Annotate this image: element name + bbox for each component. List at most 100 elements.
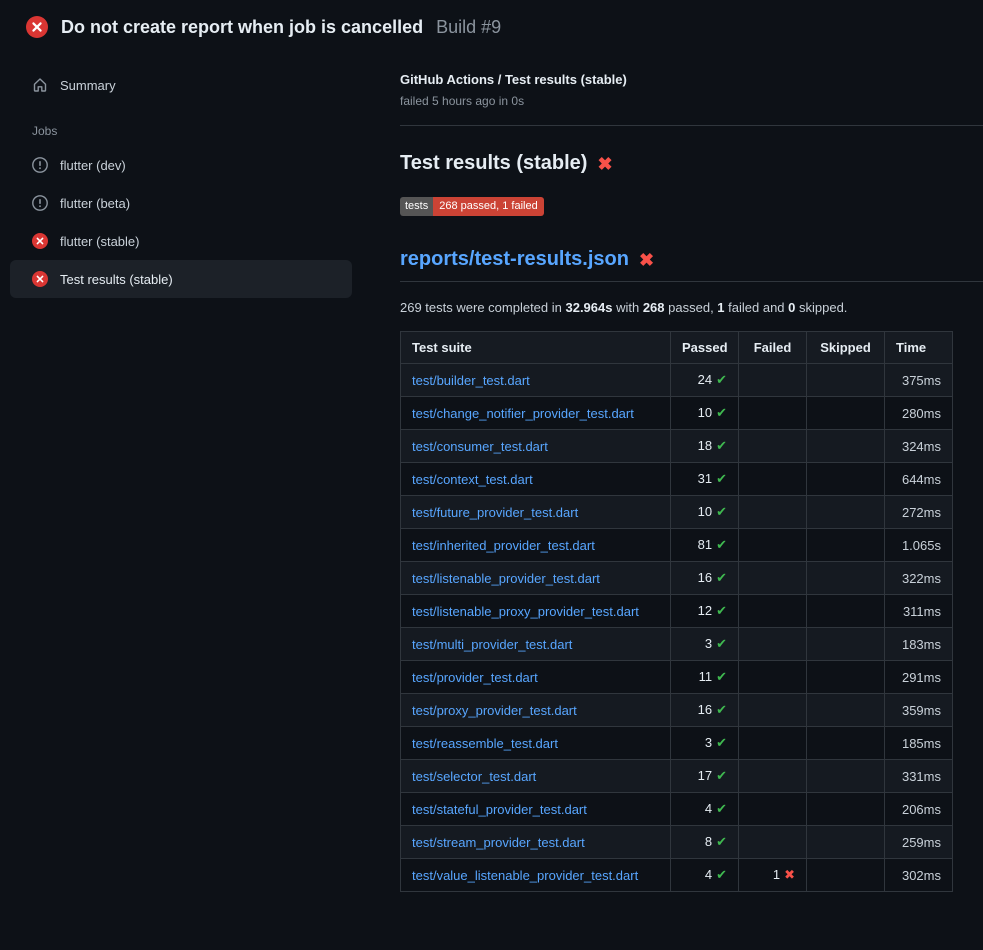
test-suite-link[interactable]: test/inherited_provider_test.dart <box>412 538 595 553</box>
failed-cell <box>739 793 807 826</box>
check-icon: ✔ <box>716 735 727 750</box>
sidebar-item-flutter-beta[interactable]: flutter (beta) <box>10 184 352 222</box>
test-suite-link[interactable]: test/future_provider_test.dart <box>412 505 578 520</box>
check-icon: ✔ <box>716 438 727 453</box>
jobs-section-label: Jobs <box>32 124 374 138</box>
test-suite-cell: test/reassemble_test.dart <box>401 727 671 760</box>
count-value: 17 <box>698 768 712 783</box>
divider <box>400 125 983 126</box>
time-value: 185ms <box>902 736 941 751</box>
skipped-cell <box>807 826 885 859</box>
table-row: test/listenable_provider_test.dart16✔322… <box>401 562 953 595</box>
failed-cell <box>739 595 807 628</box>
passed-cell: 12✔ <box>671 595 739 628</box>
summary-duration: 32.964s <box>565 300 612 315</box>
check-icon: ✔ <box>716 834 727 849</box>
time-cell: 375ms <box>885 364 953 397</box>
test-suite-link[interactable]: test/value_listenable_provider_test.dart <box>412 868 638 883</box>
test-suite-link[interactable]: test/context_test.dart <box>412 472 533 487</box>
time-cell: 322ms <box>885 562 953 595</box>
failed-cell <box>739 628 807 661</box>
failed-cell <box>739 397 807 430</box>
count-value: 18 <box>698 438 712 453</box>
check-icon: ✔ <box>716 405 727 420</box>
test-suite-link[interactable]: test/listenable_proxy_provider_test.dart <box>412 604 639 619</box>
sidebar-item-flutter-dev[interactable]: flutter (dev) <box>10 146 352 184</box>
neutral-status-icon <box>32 157 48 173</box>
count-value: 3 <box>705 636 712 651</box>
table-row: test/reassemble_test.dart3✔185ms <box>401 727 953 760</box>
check-icon: ✔ <box>716 504 727 519</box>
summary-text: 269 tests were completed in <box>400 300 565 315</box>
skipped-cell <box>807 496 885 529</box>
skipped-cell <box>807 760 885 793</box>
table-row: test/inherited_provider_test.dart81✔1.06… <box>401 529 953 562</box>
passed-cell: 3✔ <box>671 628 739 661</box>
test-suite-link[interactable]: test/selector_test.dart <box>412 769 536 784</box>
sidebar-item-flutter-stable[interactable]: flutter (stable) <box>10 222 352 260</box>
test-suite-cell: test/listenable_proxy_provider_test.dart <box>401 595 671 628</box>
status-line: failed 5 hours ago in 0s <box>400 94 983 108</box>
test-suite-link[interactable]: test/stateful_provider_test.dart <box>412 802 587 817</box>
check-icon: ✔ <box>716 636 727 651</box>
sidebar-item-label: Test results (stable) <box>60 272 173 287</box>
test-suite-cell: test/listenable_provider_test.dart <box>401 562 671 595</box>
test-suite-link[interactable]: test/stream_provider_test.dart <box>412 835 585 850</box>
failed-cell <box>739 529 807 562</box>
skipped-cell <box>807 661 885 694</box>
table-row: test/provider_test.dart11✔291ms <box>401 661 953 694</box>
check-icon: ✔ <box>716 801 727 816</box>
test-suite-cell: test/stream_provider_test.dart <box>401 826 671 859</box>
check-icon: ✔ <box>716 372 727 387</box>
skipped-cell <box>807 463 885 496</box>
report-link[interactable]: reports/test-results.json <box>400 248 629 271</box>
test-suite-link[interactable]: test/provider_test.dart <box>412 670 538 685</box>
table-row: test/future_provider_test.dart10✔272ms <box>401 496 953 529</box>
neutral-status-icon <box>32 195 48 211</box>
skipped-cell <box>807 628 885 661</box>
passed-cell: 17✔ <box>671 760 739 793</box>
time-cell: 185ms <box>885 727 953 760</box>
count-value: 8 <box>705 834 712 849</box>
sidebar-summary-label: Summary <box>60 78 116 93</box>
count-value: 4 <box>705 867 712 882</box>
col-header-skipped: Skipped <box>807 332 885 364</box>
test-suite-link[interactable]: test/reassemble_test.dart <box>412 736 558 751</box>
count-value: 1 <box>773 867 780 882</box>
failed-cell <box>739 694 807 727</box>
col-header-time: Time <box>885 332 953 364</box>
tests-badge: tests 268 passed, 1 failed <box>400 197 544 216</box>
time-value: 644ms <box>902 472 941 487</box>
failed-status-icon <box>32 233 48 249</box>
test-suite-cell: test/builder_test.dart <box>401 364 671 397</box>
test-suite-link[interactable]: test/listenable_provider_test.dart <box>412 571 600 586</box>
skipped-cell <box>807 364 885 397</box>
time-cell: 644ms <box>885 463 953 496</box>
sidebar-item-summary[interactable]: Summary <box>10 66 352 104</box>
time-value: 1.065s <box>902 538 941 553</box>
sidebar-item-test-results-stable[interactable]: Test results (stable) <box>10 260 352 298</box>
time-value: 259ms <box>902 835 941 850</box>
count-value: 16 <box>698 570 712 585</box>
build-title: Do not create report when job is cancell… <box>61 17 423 38</box>
test-suite-link[interactable]: test/change_notifier_provider_test.dart <box>412 406 634 421</box>
test-suite-link[interactable]: test/consumer_test.dart <box>412 439 548 454</box>
count-value: 11 <box>699 669 713 684</box>
time-cell: 280ms <box>885 397 953 430</box>
failed-cell <box>739 496 807 529</box>
test-suite-cell: test/inherited_provider_test.dart <box>401 529 671 562</box>
build-number: Build #9 <box>436 17 501 38</box>
badge-value: 268 passed, 1 failed <box>433 197 543 216</box>
summary-text: failed and <box>725 300 789 315</box>
test-suite-cell: test/change_notifier_provider_test.dart <box>401 397 671 430</box>
skipped-cell <box>807 793 885 826</box>
test-suite-link[interactable]: test/builder_test.dart <box>412 373 530 388</box>
skipped-cell <box>807 562 885 595</box>
failed-cell <box>739 760 807 793</box>
test-suite-link[interactable]: test/proxy_provider_test.dart <box>412 703 577 718</box>
home-icon <box>32 77 48 93</box>
test-suite-cell: test/selector_test.dart <box>401 760 671 793</box>
check-icon: ✔ <box>716 537 727 552</box>
test-suite-link[interactable]: test/multi_provider_test.dart <box>412 637 572 652</box>
table-row: test/multi_provider_test.dart3✔183ms <box>401 628 953 661</box>
